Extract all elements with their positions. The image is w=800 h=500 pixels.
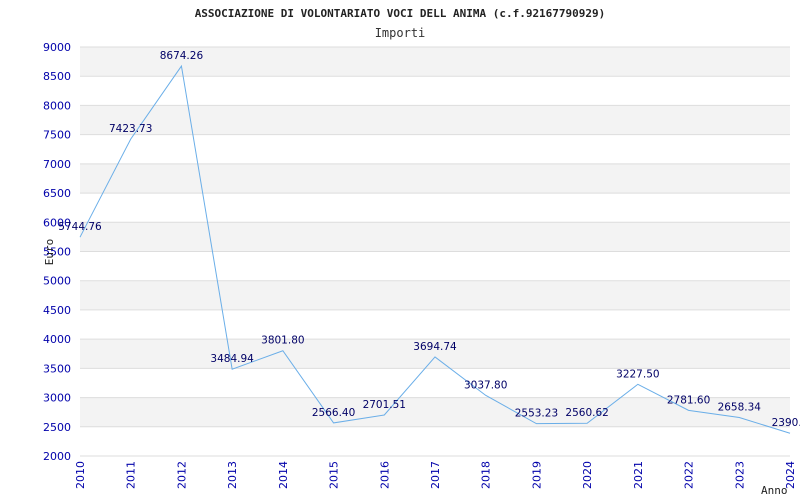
y-tick-label: 9000 [43,41,71,54]
plot-band [80,134,790,164]
x-tick-label: 2019 [530,461,543,489]
x-axis-label: Anno [761,484,788,497]
data-label: 7423.73 [109,123,152,135]
x-tick-label: 2011 [125,461,138,489]
data-label: 2390.1 [772,417,800,429]
x-tick-label: 2012 [175,461,188,489]
x-tick-label: 2020 [581,461,594,489]
y-tick-label: 8000 [43,99,71,112]
data-label: 3694.74 [413,341,457,353]
x-tick-label: 2023 [733,461,746,489]
plot-band [80,426,790,456]
plot-band [80,251,790,281]
data-label: 3801.80 [261,335,304,347]
y-tick-label: 6500 [43,187,71,200]
data-label: 2781.60 [667,394,710,406]
data-label: 5744.76 [58,221,102,233]
x-tick-label: 2022 [683,461,696,489]
data-label: 3484.94 [210,353,254,365]
y-tick-label: 3500 [43,362,71,375]
data-label: 2553.23 [515,408,558,420]
y-tick-label: 7500 [43,129,71,142]
data-label: 2560.62 [565,407,608,419]
data-label: 3037.80 [464,379,507,391]
y-tick-label: 7000 [43,158,71,171]
plot-band [80,222,790,252]
chart-title: ASSOCIAZIONE DI VOLONTARIATO VOCI DELL A… [195,7,606,20]
data-label: 3227.50 [616,368,659,380]
plot-band [80,368,790,398]
x-tick-label: 2010 [74,461,87,489]
y-tick-label: 3000 [43,392,71,405]
line-chart: ASSOCIAZIONE DI VOLONTARIATO VOCI DELL A… [43,7,800,497]
x-tick-label: 2017 [429,461,442,489]
x-tick-label: 2018 [480,461,493,489]
x-tick-label: 2014 [277,461,290,489]
data-label: 8674.26 [160,50,204,62]
y-tick-label: 2000 [43,450,71,463]
x-tick-label: 2016 [378,461,391,489]
y-tick-label: 4000 [43,333,71,346]
x-axis-ticks: 2010 2011 2012 2013 2014 2015 2016 2017 2018 2019… [74,461,797,489]
x-tick-label: 2013 [226,461,239,489]
plot-band [80,309,790,340]
plot-band [80,193,790,223]
data-label: 2658.34 [718,402,762,414]
y-axis-label: Euro [43,239,56,266]
data-label: 2566.40 [312,407,355,419]
plot-band [80,163,790,194]
y-tick-label: 8500 [43,70,71,83]
x-tick-label: 2015 [328,461,341,489]
y-tick-label: 5000 [43,275,71,288]
y-tick-label: 2500 [43,421,71,434]
data-label: 2701.51 [363,399,406,411]
y-tick-label: 4500 [43,304,71,317]
plot-band [80,105,790,135]
x-tick-label: 2021 [632,461,645,489]
plot-band [80,280,790,310]
plot-band [80,76,790,106]
chart-subtitle: Importi [375,26,426,40]
